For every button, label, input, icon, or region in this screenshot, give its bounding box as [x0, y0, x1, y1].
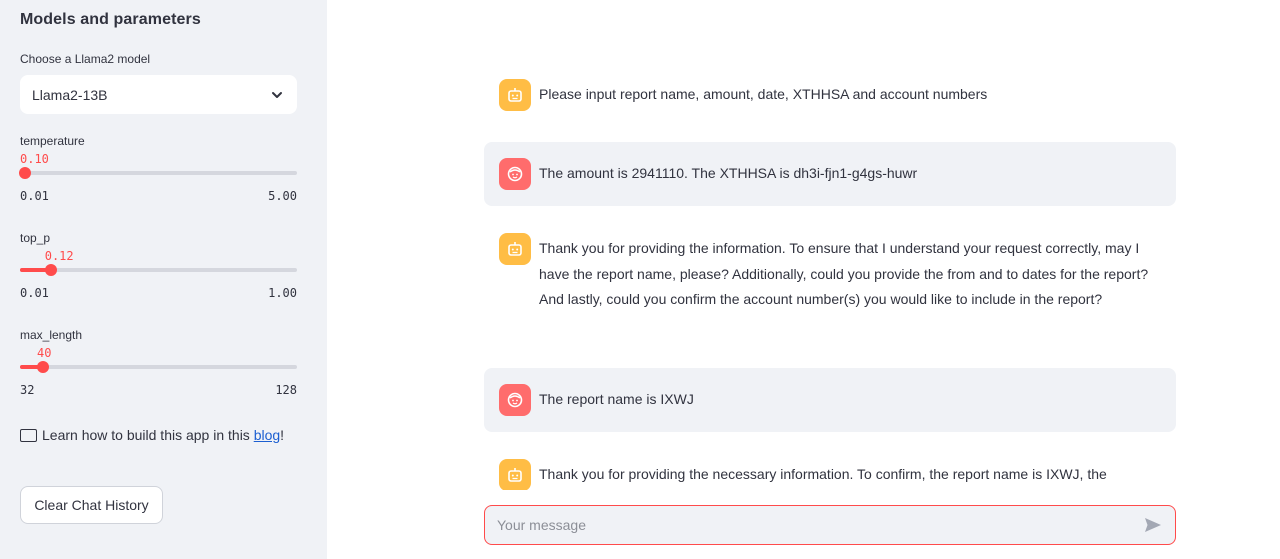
- temperature-slider: temperature 0.10 0.01 5.00: [18, 134, 297, 203]
- slider-track[interactable]: [20, 361, 297, 373]
- sidebar: Models and parameters Choose a Llama2 mo…: [0, 0, 327, 559]
- slider-max: 128: [275, 383, 297, 397]
- slider-thumb[interactable]: [36, 361, 49, 373]
- message-text: The report name is IXWJ: [539, 391, 694, 408]
- slider-thumb[interactable]: [18, 167, 31, 179]
- slider-track[interactable]: [18, 167, 297, 179]
- slider-track[interactable]: [20, 264, 297, 276]
- chat-message-assistant: Thank you for providing the information.…: [484, 233, 1176, 339]
- slider-value: 0.10: [20, 152, 49, 166]
- slider-label: temperature: [20, 134, 85, 148]
- max-length-slider: max_length 40 32 128: [20, 328, 297, 397]
- robot-icon: [499, 233, 531, 265]
- slider-max: 5.00: [268, 189, 297, 203]
- chat-input: [484, 505, 1176, 545]
- chat-message-user: The amount is 2941110. The XTHHSA is dh3…: [484, 142, 1176, 206]
- chat-message-assistant: Thank you for providing the necessary in…: [484, 459, 1176, 490]
- slider-value: 0.12: [44, 249, 74, 263]
- top-p-slider: top_p 0.12 0.01 1.00: [20, 231, 297, 300]
- message-text: The amount is 2941110. The XTHHSA is dh3…: [539, 165, 918, 182]
- slider-max: 1.00: [268, 286, 297, 300]
- model-select-label: Choose a Llama2 model: [20, 52, 151, 66]
- slider-min: 0.01: [20, 286, 49, 300]
- clear-chat-history-button[interactable]: Clear Chat History: [20, 486, 163, 524]
- message-text: Thank you for providing the necessary in…: [539, 466, 1107, 482]
- chat-message-user: The report name is IXWJ: [484, 368, 1176, 432]
- blog-link[interactable]: blog: [254, 427, 280, 443]
- slider-thumb[interactable]: [44, 264, 57, 276]
- slider-min: 32: [20, 383, 35, 397]
- send-icon[interactable]: [1143, 515, 1163, 535]
- chat-main: Please input report name, amount, date, …: [327, 0, 1280, 559]
- chevron-down-icon: [272, 91, 282, 98]
- message-text: Thank you for providing the information.…: [539, 240, 1149, 308]
- chat-message-assistant: Please input report name, amount, date, …: [484, 79, 1176, 111]
- face-icon: [499, 384, 531, 416]
- slider-label: max_length: [20, 328, 83, 342]
- model-select-value: Llama2-13B: [32, 86, 108, 103]
- model-select[interactable]: Llama2-13B: [20, 75, 297, 114]
- face-icon: [499, 158, 531, 190]
- slider-min: 0.01: [20, 189, 49, 203]
- robot-icon: [499, 459, 531, 490]
- slider-range: 32 128: [20, 383, 297, 397]
- learn-note: Learn how to build this app in this blog…: [20, 422, 290, 448]
- slider-value: 40: [36, 346, 52, 360]
- book-icon: [20, 429, 37, 442]
- learn-suffix: !: [280, 427, 285, 443]
- learn-text: Learn how to build this app in this: [42, 427, 250, 443]
- message-input[interactable]: [497, 517, 1143, 533]
- slider-label: top_p: [20, 231, 51, 245]
- sidebar-title: Models and parameters: [20, 11, 201, 28]
- message-text: Please input report name, amount, date, …: [539, 86, 988, 102]
- slider-range: 0.01 5.00: [20, 189, 297, 203]
- slider-range: 0.01 1.00: [20, 286, 297, 300]
- robot-icon: [499, 79, 531, 111]
